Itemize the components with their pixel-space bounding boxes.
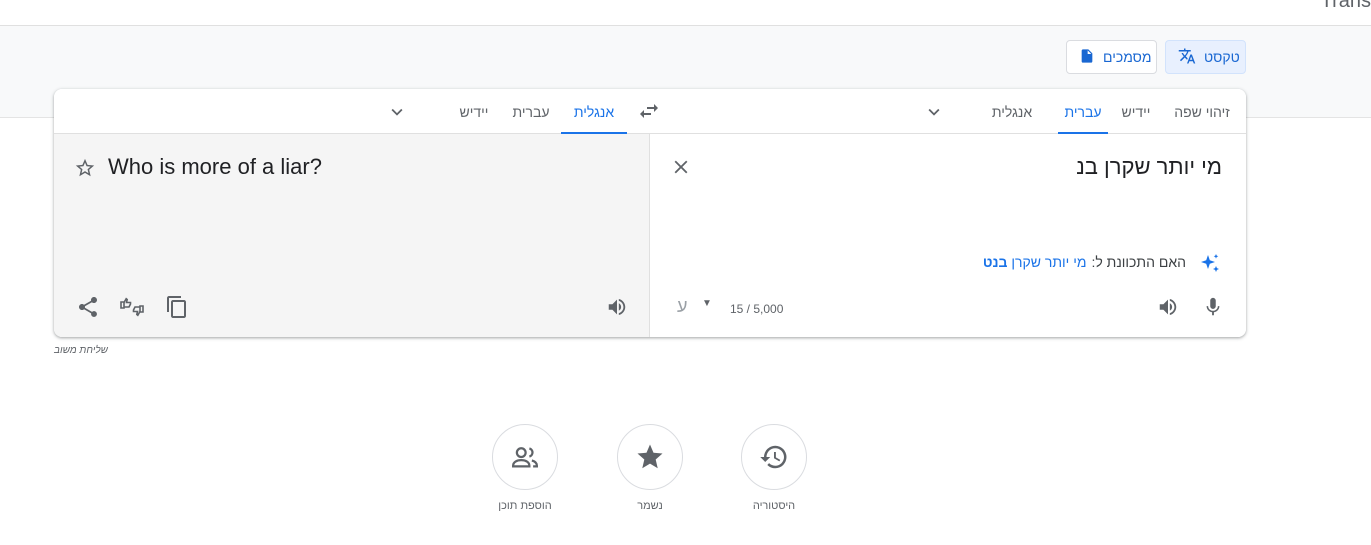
hebrew-keyboard-button[interactable]: ע <box>677 296 687 317</box>
did-you-mean-link[interactable]: מי יותר שקרן בנט <box>983 254 1087 270</box>
tab-target-hebrew[interactable]: עברית <box>502 89 560 134</box>
saved-label: נשמר <box>637 500 663 512</box>
tab-source-hebrew[interactable]: עברית <box>1058 89 1108 134</box>
history-button[interactable] <box>741 424 807 490</box>
microphone-icon <box>1206 297 1220 316</box>
swap-languages-button[interactable] <box>637 99 663 125</box>
documents-mode-button[interactable]: מסמכים <box>1066 40 1157 74</box>
speaker-icon <box>608 298 626 316</box>
saved-button[interactable] <box>617 424 683 490</box>
thumbs-up-down-icon <box>120 297 144 317</box>
tab-source-english[interactable]: אנגלית <box>980 89 1044 134</box>
language-bar: יידיש עברית אנגלית אנגלית עברית יידיש זי… <box>54 89 1246 134</box>
top-bar: Trans <box>0 0 1371 26</box>
document-icon <box>1079 48 1095 67</box>
star-outline-icon <box>75 158 95 177</box>
listen-source-button[interactable] <box>1155 294 1181 320</box>
people-icon <box>512 447 538 468</box>
source-pane: מי יותר שקרן בנ האם התכוונת ל: מי יותר ש… <box>650 134 1246 337</box>
text-mode-button[interactable]: טקסט <box>1165 40 1246 74</box>
tab-target-yiddish[interactable]: יידיש <box>449 89 499 134</box>
swap-icon <box>640 104 658 118</box>
sparkle-icon <box>1198 252 1222 276</box>
tab-source-detect[interactable]: זיהוי שפה <box>1166 89 1238 134</box>
character-count: 15 / 5,000 <box>730 302 784 316</box>
documents-mode-label: מסמכים <box>1103 49 1152 65</box>
tab-target-english[interactable]: אנגלית <box>561 89 627 134</box>
copy-translation-button[interactable] <box>164 294 190 320</box>
source-text-input[interactable]: מי יותר שקרן בנ <box>1076 154 1222 180</box>
star-filled-icon <box>637 444 663 469</box>
source-language-dropdown[interactable] <box>923 101 945 123</box>
target-language-dropdown[interactable] <box>386 101 408 123</box>
suggestion-plain: מי יותר שקרן <box>1011 254 1087 270</box>
tab-source-yiddish[interactable]: יידיש <box>1112 89 1160 134</box>
share-button[interactable] <box>75 294 101 320</box>
history-label: היסטוריה <box>752 500 796 512</box>
save-translation-button[interactable] <box>74 157 96 179</box>
brand-title: Trans <box>1320 0 1371 12</box>
translate-icon <box>1178 47 1196 68</box>
chevron-down-icon <box>928 108 940 116</box>
text-mode-label: טקסט <box>1204 49 1240 65</box>
translation-output: Who is more of a liar? <box>108 154 322 179</box>
voice-input-button[interactable] <box>1200 294 1226 320</box>
chevron-down-icon <box>391 108 403 116</box>
did-you-mean-label: האם התכוונת ל: <box>1091 254 1186 270</box>
speaker-icon <box>1159 298 1177 316</box>
history-icon <box>760 445 787 469</box>
suggestion-bold: בנט <box>982 254 1008 270</box>
send-feedback-link[interactable]: שליחת משוב <box>54 345 108 356</box>
clear-source-button[interactable] <box>670 156 692 178</box>
rate-translation-button[interactable] <box>119 294 145 320</box>
translation-card: יידיש עברית אנגלית אנגלית עברית יידיש זי… <box>54 89 1246 337</box>
listen-translation-button[interactable] <box>604 294 630 320</box>
close-icon <box>674 160 688 174</box>
contribute-button[interactable] <box>492 424 558 490</box>
did-you-mean: האם התכוונת ל: מי יותר שקרן בנט <box>983 254 1186 270</box>
target-pane: Who is more of a liar? <box>54 134 650 337</box>
contribute-label: הוספת תוכן <box>498 500 552 512</box>
copy-icon <box>167 296 186 318</box>
caret-down-icon[interactable]: ▼ <box>702 298 712 309</box>
share-icon <box>79 297 97 317</box>
